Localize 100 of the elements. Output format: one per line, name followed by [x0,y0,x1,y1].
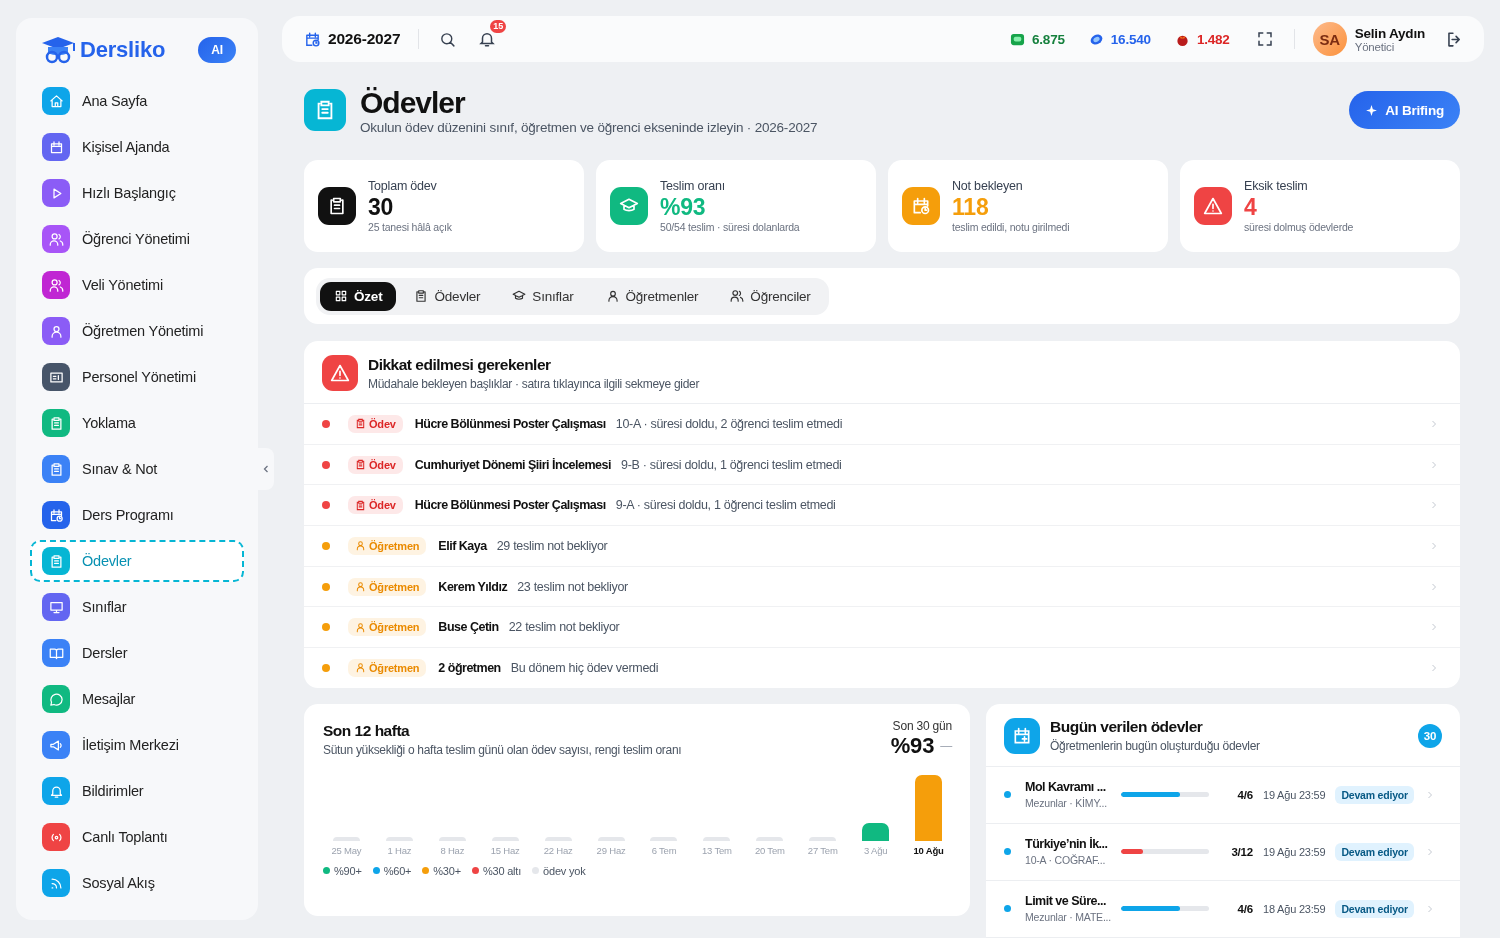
type-tag: Öğretmen [348,658,427,677]
sidebar-item[interactable]: Ana Sayfa [30,80,244,122]
sidebar-item[interactable]: Personel Yönetimi [30,356,244,398]
sidebar-item[interactable]: Ödevler [30,540,244,582]
sidebar-item[interactable]: Kişisel Ajanda [30,126,244,168]
user-icon [355,621,366,633]
sidebar-item[interactable]: Mesajlar [30,678,244,720]
graduation-cap-icon [512,289,527,303]
balance-stat: 1.482 [1174,31,1230,47]
stat-label: Toplam ödev [368,179,438,193]
week-label: 8 Haz [440,844,465,856]
attention-row[interactable]: Ödev Cumhuriyet Dönemi Şiiri İncelemesi 9-B · süresi doldu, 1 öğrenci teslim etmedi [304,444,1460,486]
row-title: Elif Kaya [438,538,487,553]
attention-row[interactable]: Öğretmen Kerem Yıldız 23 teslim not bekliyor [304,566,1460,608]
user-icon [355,540,366,552]
sidebar-item[interactable]: Sınıflar [30,586,244,628]
chat-bubble-icon [1010,31,1025,47]
legend-label: %30 altı [482,864,522,877]
legend-label: %60+ [383,864,412,877]
user-name: Selin Aydın [1354,25,1425,41]
row-detail: Bu dönem hiç ödev vermedi [510,660,660,675]
row-title: Cumhuriyet Dönemi Şiiri İncelemesi [414,457,611,472]
bullet-dot [1004,848,1011,856]
panel-title: Dikkat edilmesi gerekenler [368,355,552,374]
attention-row[interactable]: Ödev Hücre Bölünmesi Poster Çalışması 9-A · süresi doldu, 1 öğrenci teslim etmedi [304,485,1460,527]
collapse-handle[interactable] [258,448,274,490]
week-label: 22 Haz [543,844,573,856]
stat-label: Teslim oranı [660,179,726,193]
clipboard-icon [304,89,346,131]
sidebar-item[interactable]: Canlı Toplantı [30,816,244,858]
logo-text: Dersliko [80,37,166,63]
user-avatar[interactable]: SA [1312,22,1347,56]
ai-button[interactable]: AI [198,37,236,63]
assignment-row[interactable]: Mol Kavramı ... Mezunlar · KİMY... 4/6 19 Ağu 23:59 Devam ediyor [986,766,1460,824]
tab[interactable]: Ödevler [400,281,495,311]
sidebar-item[interactable]: Öğrenci Yönetimi [30,218,244,260]
assignment-row[interactable]: Türkiye’nin İk... 10-A · COĞRAF... 3/12 19 Ağu 23:59 Devam ediyor [986,823,1460,881]
attention-row[interactable]: Ödev Hücre Bölünmesi Poster Çalışması 10-A · süresi doldu, 2 öğrenci teslim etmedi [304,404,1460,445]
sidebar-item[interactable]: Öğretmen Yönetimi [30,310,244,352]
assignment-meta: Mezunlar · KİMY... [1025,797,1108,810]
attention-row[interactable]: Öğretmen 2 öğretmen Bu dönem hiç ödev vermedi [304,648,1460,688]
legend-label: %30+ [433,864,461,877]
sidebar-item[interactable]: İletişim Merkezi [30,724,244,766]
week-label: 10 Ağu [913,844,944,856]
row-title: 2 öğretmen [438,660,501,675]
sidebar-item[interactable]: Sınav & Not [30,448,244,490]
period-label: Son 30 gün [892,718,952,733]
row-detail: 29 teslim not bekliyor [496,538,609,553]
row-title: Buse Çetin [438,620,499,635]
tab[interactable]: Özet [320,281,397,311]
due-date: 18 Ağu 23:59 [1263,902,1326,915]
type-tag: Öğretmen [348,618,427,637]
week-label: 13 Tem [702,844,732,856]
row-detail: 23 teslim not bekliyor [517,579,629,594]
legend-label: %90+ [334,864,362,877]
tab[interactable]: Sınıflar [498,281,588,311]
week-label: 29 Haz [596,844,626,856]
bullet-dot [1004,905,1011,913]
notification-count: 15 [490,20,506,33]
assignment-row[interactable]: Limit ve Süre... Mezunlar · MATE... 4/6 18 Ağu 23:59 Devam ediyor [986,880,1460,938]
status-tag: Devam ediyor [1335,899,1414,918]
assignment-meta: Mezunlar · MATE... [1025,911,1111,924]
balance-stat: 6.875 [1010,31,1065,47]
stat-note: 50/54 teslim · süresi dolanlarda [660,221,800,233]
sidebar-item[interactable]: Hızlı Başlangıç [30,172,244,214]
attention-row[interactable]: Öğretmen Buse Çetin 22 teslim not bekliyor [304,607,1460,649]
sidebar-item[interactable]: Sosyal Akış [30,862,244,904]
warning-icon [322,355,358,391]
trend-indicator: — [940,738,952,753]
week-label: 1 Haz [387,844,412,856]
sidebar-item[interactable]: Dersler [30,632,244,674]
assignment-title: Türkiye’nin İk... [1025,837,1109,852]
sidebar-item[interactable]: Bildirimler [30,770,244,812]
submission-ratio: 3/12 [1230,845,1253,858]
status-tag: Devam ediyor [1335,785,1414,804]
type-tag: Öğretmen [348,577,427,596]
type-tag: Ödev [348,496,403,515]
page-title: Ödevler [360,85,467,120]
clipboard-icon [355,499,366,511]
tab[interactable]: Öğretmenler [591,281,713,311]
legend-label: ödev yok [543,864,586,877]
week-label: 3 Ağu [864,844,888,856]
sidebar-item[interactable]: Veli Yönetimi [30,264,244,306]
school-year-selector[interactable]: 2026-2027 [304,30,401,48]
coin-icon [1088,31,1104,47]
stat-label: Not bekleyen [952,179,1024,193]
tab[interactable]: Öğrenciler [716,281,825,311]
user-icon [355,662,366,674]
panel-title: Son 12 hafta [323,721,411,740]
attention-row[interactable]: Öğretmen Elif Kaya 29 teslim not bekliyor [304,526,1460,567]
assignment-title: Mol Kavramı ... [1025,780,1107,795]
stat-value: %93 [660,193,707,221]
row-detail: 9-B · süresi doldu, 1 öğrenci teslim etmedi [621,457,843,472]
user-role: Yönetici [1354,40,1394,53]
ai-briefing-button[interactable]: AI Brifing [1349,91,1460,129]
row-title: Hücre Bölünmesi Poster Çalışması [414,498,606,513]
sidebar-item[interactable]: Ders Programı [30,494,244,536]
sidebar-item[interactable]: Yoklama [30,402,244,444]
due-date: 19 Ağu 23:59 [1263,788,1326,801]
status-tag: Devam ediyor [1335,842,1414,861]
